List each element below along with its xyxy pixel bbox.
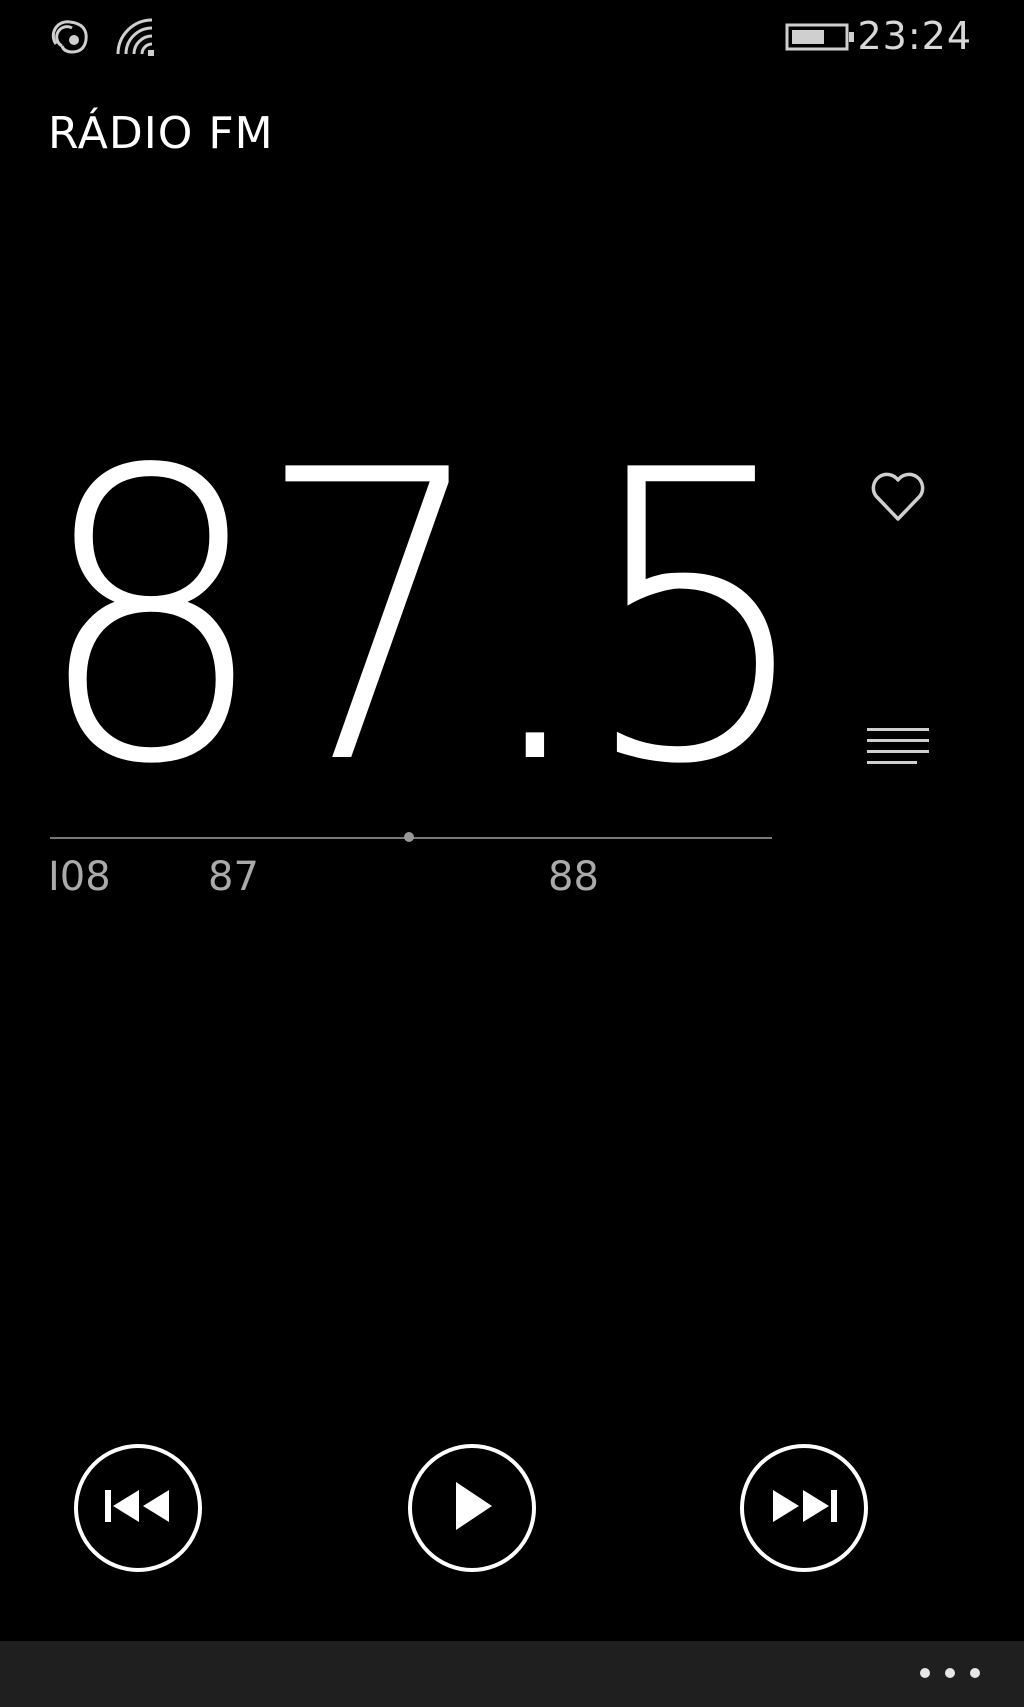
status-bar: 23:24: [0, 0, 1024, 80]
previous-button[interactable]: [74, 1444, 202, 1572]
list-icon: [865, 724, 931, 772]
more-button[interactable]: [920, 1655, 980, 1691]
play-icon: [450, 1480, 494, 1536]
heart-icon: [868, 469, 928, 527]
skip-next-icon: [769, 1486, 839, 1530]
dial-label: 87: [208, 854, 259, 900]
dial-label: I08: [48, 854, 111, 900]
more-icon: [970, 1668, 980, 1678]
status-clock: 23:24: [857, 14, 972, 58]
wifi-icon: [114, 14, 160, 60]
more-icon: [920, 1668, 930, 1678]
frequency-display: 87.5: [34, 387, 815, 852]
next-button[interactable]: [740, 1444, 868, 1572]
page-title: RÁDIO FM: [48, 108, 274, 159]
play-button[interactable]: [408, 1444, 536, 1572]
battery-icon: [785, 22, 857, 52]
more-icon: [945, 1668, 955, 1678]
tuning-dial[interactable]: [50, 832, 772, 842]
dial-label: 88: [548, 854, 599, 900]
station-list-button[interactable]: [858, 708, 938, 788]
nfc-icon: [48, 14, 94, 60]
dial-marker[interactable]: [404, 832, 414, 842]
app-bar: [0, 1641, 1024, 1707]
skip-previous-icon: [103, 1486, 173, 1530]
favorite-button[interactable]: [858, 458, 938, 538]
